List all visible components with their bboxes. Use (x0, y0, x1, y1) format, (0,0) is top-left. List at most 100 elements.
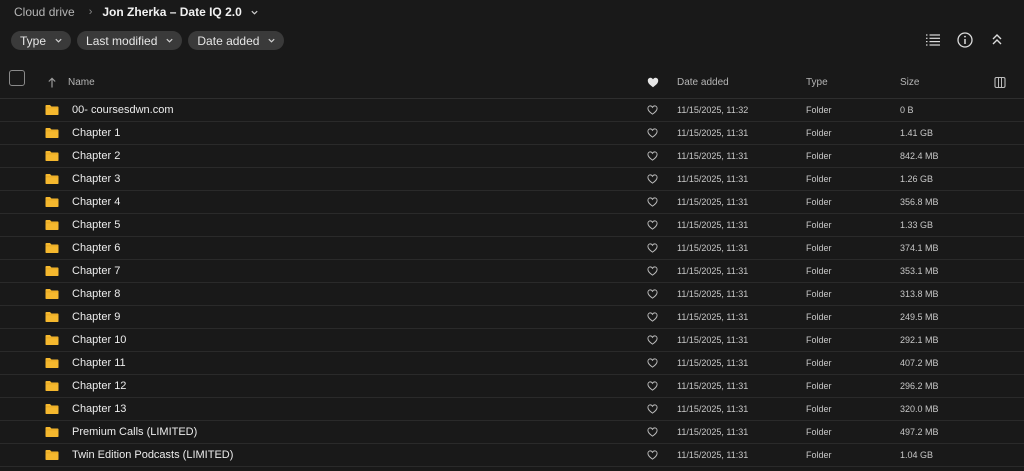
heart-icon[interactable] (647, 421, 658, 443)
row-date-added: 11/15/2025, 11:31 (677, 243, 749, 253)
table-row[interactable]: Chapter 13 11/15/2025, 11:31 Folder 320.… (0, 398, 1024, 421)
row-type: Folder (806, 404, 832, 414)
row-size: 1.33 GB (900, 220, 934, 230)
row-size: 842.4 MB (900, 151, 939, 161)
row-date-added: 11/15/2025, 11:31 (677, 427, 749, 437)
row-type: Folder (806, 312, 832, 322)
heart-icon[interactable] (647, 352, 658, 374)
heart-icon[interactable] (647, 306, 658, 328)
folder-icon (45, 427, 59, 437)
column-header-date-added[interactable]: Date added (677, 66, 729, 99)
breadcrumb-current[interactable]: Jon Zherka – Date IQ 2.0 (102, 5, 241, 19)
table-header: Name Date added Type Size (0, 66, 1024, 99)
chevron-down-icon (166, 38, 174, 43)
table-row[interactable]: Chapter 7 11/15/2025, 11:31 Folder 353.1… (0, 260, 1024, 283)
columns-icon[interactable] (994, 66, 1006, 99)
filter-type[interactable]: Type (11, 31, 72, 50)
row-type: Folder (806, 266, 832, 276)
table-row[interactable]: Chapter 10 11/15/2025, 11:31 Folder 292.… (0, 329, 1024, 352)
row-date-added: 11/15/2025, 11:31 (677, 151, 749, 161)
row-name: Chapter 13 (72, 403, 127, 415)
column-header-name[interactable]: Name (68, 66, 95, 99)
filter-date-added[interactable]: Date added (188, 31, 285, 50)
row-name: Chapter 9 (72, 311, 121, 323)
row-type: Folder (806, 358, 832, 368)
row-date-added: 11/15/2025, 11:31 (677, 289, 749, 299)
filter-last-modified[interactable]: Last modified (77, 31, 183, 50)
table-row[interactable]: 00- coursesdwn.com 11/15/2025, 11:32 Fol… (0, 99, 1024, 122)
table-row[interactable]: Chapter 11 11/15/2025, 11:31 Folder 407.… (0, 352, 1024, 375)
table-row[interactable]: Chapter 2 11/15/2025, 11:31 Folder 842.4… (0, 145, 1024, 168)
row-type: Folder (806, 289, 832, 299)
sort-arrow-icon[interactable] (47, 66, 57, 99)
row-size: 1.26 GB (900, 174, 934, 184)
heart-icon[interactable] (647, 191, 658, 213)
collapse-button[interactable] (988, 31, 1006, 49)
list-view-icon (926, 34, 940, 46)
row-date-added: 11/15/2025, 11:31 (677, 381, 749, 391)
row-size: 1.41 GB (900, 128, 934, 138)
row-size: 0 B (900, 105, 914, 115)
table-row[interactable]: Premium Calls (LIMITED) 11/15/2025, 11:3… (0, 421, 1024, 444)
row-type: Folder (806, 128, 832, 138)
row-name: Chapter 3 (72, 173, 121, 185)
row-name: Chapter 8 (72, 288, 121, 300)
heart-icon[interactable] (647, 168, 658, 190)
folder-icon (45, 266, 59, 276)
folder-icon (45, 174, 59, 184)
table-row[interactable]: Twin Edition Podcasts (LIMITED) 11/15/20… (0, 444, 1024, 467)
table-row[interactable]: Chapter 6 11/15/2025, 11:31 Folder 374.1… (0, 237, 1024, 260)
row-type: Folder (806, 174, 832, 184)
heart-icon[interactable] (647, 260, 658, 282)
heart-icon[interactable] (647, 237, 658, 259)
heart-icon[interactable] (647, 122, 658, 144)
table-row[interactable]: Chapter 9 11/15/2025, 11:31 Folder 249.5… (0, 306, 1024, 329)
row-name: Chapter 4 (72, 196, 121, 208)
row-name: Chapter 2 (72, 150, 121, 162)
row-name: Chapter 1 (72, 127, 121, 139)
info-icon (957, 32, 973, 48)
row-date-added: 11/15/2025, 11:31 (677, 312, 749, 322)
row-name: Twin Edition Podcasts (LIMITED) (72, 449, 234, 461)
folder-icon (45, 128, 59, 138)
column-header-type[interactable]: Type (806, 66, 828, 99)
table-row[interactable]: Chapter 3 11/15/2025, 11:31 Folder 1.26 … (0, 168, 1024, 191)
table-row[interactable]: Chapter 5 11/15/2025, 11:31 Folder 1.33 … (0, 214, 1024, 237)
row-name: Chapter 12 (72, 380, 127, 392)
row-type: Folder (806, 105, 832, 115)
row-size: 249.5 MB (900, 312, 939, 322)
row-size: 313.8 MB (900, 289, 939, 299)
heart-icon[interactable] (647, 99, 658, 121)
table-row[interactable]: Chapter 1 11/15/2025, 11:31 Folder 1.41 … (0, 122, 1024, 145)
heart-icon[interactable] (647, 398, 658, 420)
list-view-button[interactable] (924, 31, 942, 49)
folder-icon (45, 151, 59, 161)
select-all-checkbox[interactable] (9, 70, 25, 86)
heart-icon[interactable] (647, 375, 658, 397)
chevron-down-icon[interactable] (250, 8, 259, 17)
heart-icon[interactable] (647, 329, 658, 351)
row-date-added: 11/15/2025, 11:31 (677, 335, 749, 345)
folder-icon (45, 243, 59, 253)
heart-icon[interactable] (647, 444, 658, 466)
heart-icon[interactable] (647, 66, 659, 99)
table-row[interactable]: Chapter 8 11/15/2025, 11:31 Folder 313.8… (0, 283, 1024, 306)
row-name: Chapter 11 (72, 357, 126, 369)
heart-icon[interactable] (647, 214, 658, 236)
chevron-down-icon (268, 38, 276, 43)
table-body: 00- coursesdwn.com 11/15/2025, 11:32 Fol… (0, 99, 1024, 467)
table-row[interactable]: Chapter 12 11/15/2025, 11:31 Folder 296.… (0, 375, 1024, 398)
row-type: Folder (806, 427, 832, 437)
table-row[interactable]: Chapter 4 11/15/2025, 11:31 Folder 356.8… (0, 191, 1024, 214)
row-type: Folder (806, 450, 832, 460)
row-date-added: 11/15/2025, 11:31 (677, 220, 749, 230)
filter-label: Date added (197, 33, 260, 48)
folder-icon (45, 289, 59, 299)
heart-icon[interactable] (647, 283, 658, 305)
breadcrumb-root[interactable]: Cloud drive (14, 5, 75, 19)
column-header-size[interactable]: Size (900, 66, 919, 99)
row-name: Chapter 10 (72, 334, 127, 346)
info-button[interactable] (956, 31, 974, 49)
heart-icon[interactable] (647, 145, 658, 167)
folder-icon (45, 197, 59, 207)
